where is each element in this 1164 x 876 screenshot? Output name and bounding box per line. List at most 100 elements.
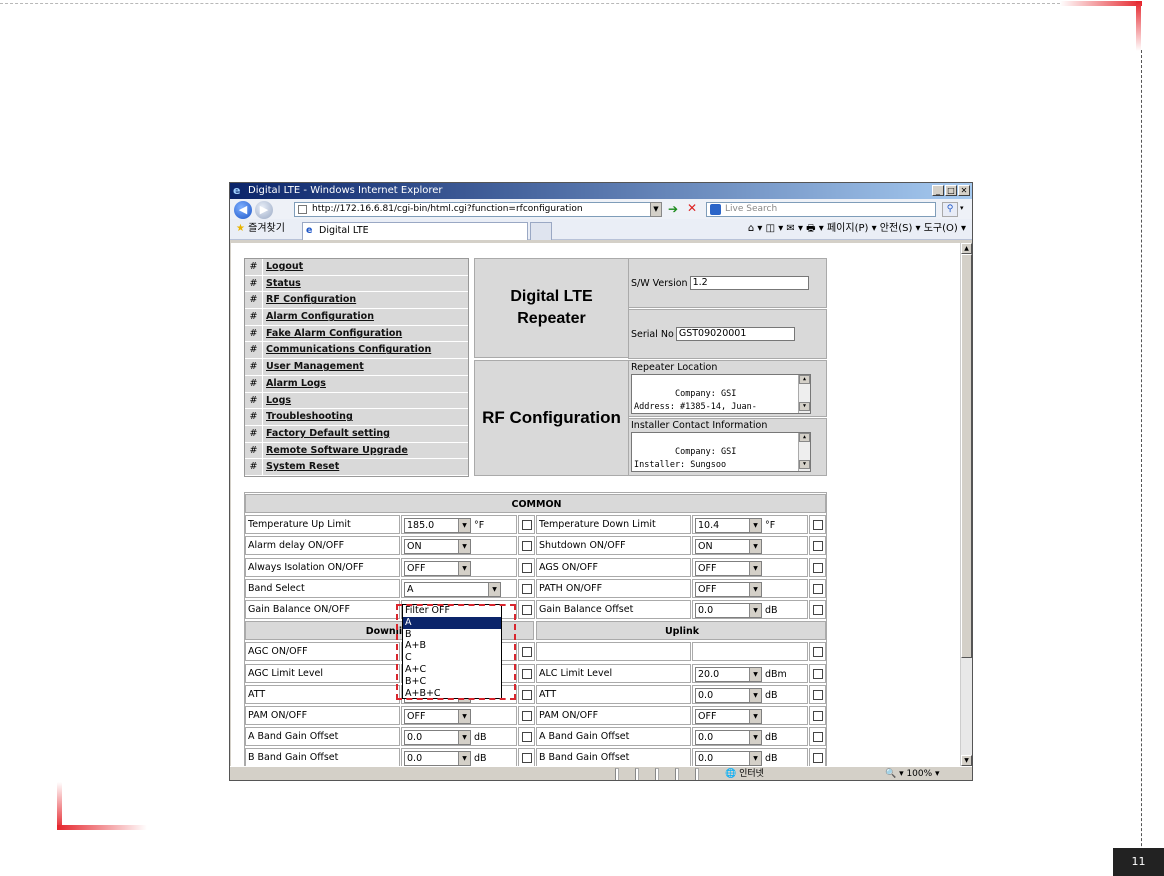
menu-item[interactable]: # User Management — [245, 359, 468, 376]
menu-link[interactable]: System Reset — [263, 459, 339, 475]
chevron-down-icon[interactable]: ▼ — [488, 582, 500, 596]
chevron-down-icon[interactable]: ▼ — [458, 540, 470, 554]
config-select[interactable]: 0.0 ▼ — [695, 751, 762, 766]
band-select-dropdown-list[interactable]: Filter OFF A B A+B C A+C B+C A+B+C — [402, 604, 502, 699]
menu-item[interactable]: # Troubleshooting — [245, 409, 468, 426]
scroll-down-button[interactable]: ▼ — [961, 755, 972, 766]
config-select[interactable]: OFF ▼ — [695, 581, 762, 597]
config-select[interactable]: ON ▼ — [404, 539, 471, 555]
apply-checkbox[interactable] — [522, 604, 532, 615]
back-button[interactable]: ◀ — [234, 201, 252, 219]
new-tab-button[interactable] — [530, 222, 552, 240]
location-textarea[interactable]: Company: GSI Address: #1385-14, Juan- do… — [631, 374, 811, 414]
chevron-down-icon[interactable]: ▼ — [749, 709, 761, 723]
menu-item[interactable]: # Status — [245, 275, 468, 293]
apply-checkbox[interactable] — [522, 753, 532, 764]
apply-checkbox[interactable] — [522, 583, 532, 594]
dropdown-option[interactable]: Filter OFF — [403, 605, 501, 617]
config-select[interactable]: 185.0 ▼ — [404, 518, 471, 534]
config-select[interactable]: 0.0 ▼ — [695, 687, 762, 703]
stop-icon[interactable]: ✕ — [687, 202, 697, 215]
tab-digital-lte[interactable]: e Digital LTE — [302, 222, 528, 240]
chevron-down-icon[interactable]: ▼ — [458, 709, 470, 723]
installer-scrollbar[interactable]: ▲ ▼ — [798, 433, 810, 471]
search-input[interactable]: Live Search — [706, 202, 936, 217]
url-input[interactable]: http://172.16.6.81/cgi-bin/html.cgi?func… — [294, 202, 662, 217]
menu-link[interactable]: Troubleshooting — [263, 409, 353, 425]
chevron-down-icon[interactable]: ▼ — [458, 752, 470, 766]
chevron-down-icon[interactable]: ▼ — [749, 752, 761, 766]
menu-item[interactable]: # Logout — [245, 259, 468, 276]
menu-item[interactable]: # RF Configuration — [245, 292, 468, 310]
search-options-button[interactable]: ▾ — [960, 202, 970, 217]
menu-link[interactable]: Logout — [263, 259, 303, 275]
config-select[interactable]: ON ▼ — [695, 539, 762, 555]
dropdown-option[interactable]: B — [403, 629, 501, 641]
dropdown-option[interactable]: A+C — [403, 664, 501, 676]
chevron-down-icon[interactable]: ▼ — [749, 561, 761, 575]
zoom-control[interactable]: 🔍 ▾ 100% ▾ — [885, 767, 940, 780]
menu-link[interactable]: Factory Default setting — [263, 426, 390, 442]
menu-link[interactable]: Status — [263, 276, 301, 292]
chevron-down-icon[interactable]: ▼ — [458, 731, 470, 745]
menu-item[interactable]: # Remote Software Upgrade — [245, 442, 468, 460]
menu-item[interactable]: # System Reset — [245, 459, 468, 476]
minimize-button[interactable]: _ — [932, 185, 944, 196]
apply-checkbox[interactable] — [813, 668, 823, 679]
apply-checkbox[interactable] — [522, 541, 532, 552]
menu-item[interactable]: # Alarm Configuration — [245, 309, 468, 326]
apply-checkbox[interactable] — [522, 520, 532, 531]
apply-checkbox[interactable] — [813, 753, 823, 764]
serial-field[interactable]: GST09020001 — [675, 327, 795, 341]
maximize-button[interactable]: □ — [945, 185, 957, 196]
apply-checkbox[interactable] — [813, 689, 823, 700]
apply-checkbox[interactable] — [522, 689, 532, 700]
apply-checkbox[interactable] — [813, 562, 823, 573]
command-bar[interactable]: ⌂ ▾ ◫ ▾ ✉ ▾ 🖶 ▾ 페이지(P) ▾ 안전(S) ▾ 도구(O) ▾ — [748, 223, 966, 235]
chevron-down-icon[interactable]: ▼ — [749, 519, 761, 533]
menu-link[interactable]: Logs — [263, 393, 291, 409]
menu-link[interactable]: RF Configuration — [263, 292, 356, 308]
apply-checkbox[interactable] — [522, 732, 532, 743]
dropdown-option[interactable]: B+C — [403, 676, 501, 688]
menu-link[interactable]: Alarm Configuration — [263, 309, 374, 325]
chevron-down-icon[interactable]: ▼ — [749, 688, 761, 702]
scroll-up-button[interactable]: ▲ — [961, 243, 972, 254]
apply-checkbox[interactable] — [813, 710, 823, 721]
chevron-down-icon[interactable]: ▼ — [749, 603, 761, 617]
dropdown-option[interactable]: C — [403, 652, 501, 664]
config-select[interactable]: 0.0 ▼ — [404, 751, 471, 766]
menu-link[interactable]: Fake Alarm Configuration — [263, 326, 402, 342]
menu-item[interactable]: # Fake Alarm Configuration — [245, 325, 468, 343]
config-select[interactable]: OFF ▼ — [695, 560, 762, 576]
apply-checkbox[interactable] — [813, 604, 823, 615]
dropdown-option[interactable]: A — [403, 616, 501, 629]
close-button[interactable]: ✕ — [958, 185, 970, 196]
search-button[interactable]: ⚲ — [942, 202, 958, 217]
apply-checkbox[interactable] — [522, 710, 532, 721]
apply-checkbox[interactable] — [813, 520, 823, 531]
menu-item[interactable]: # Logs — [245, 392, 468, 410]
installer-textarea[interactable]: Company: GSI Installer: Sungsoo Phone: +… — [631, 432, 811, 472]
page-scrollbar[interactable]: ▲ ▼ — [960, 243, 972, 766]
chevron-down-icon[interactable]: ▼ — [749, 667, 761, 681]
chevron-down-icon[interactable]: ▼ — [458, 519, 470, 533]
config-select[interactable]: 10.4 ▼ — [695, 518, 762, 534]
apply-checkbox[interactable] — [522, 647, 532, 658]
menu-link[interactable]: Alarm Logs — [263, 376, 326, 392]
location-scrollbar[interactable]: ▲ ▼ — [798, 375, 810, 413]
chevron-down-icon[interactable]: ▼ — [749, 582, 761, 596]
favorites-button[interactable]: ★ 즐겨찾기 — [236, 223, 285, 235]
chevron-down-icon[interactable]: ▼ — [458, 561, 470, 575]
menu-link[interactable]: Remote Software Upgrade — [263, 443, 408, 459]
apply-checkbox[interactable] — [813, 647, 823, 658]
dropdown-option[interactable]: A+B — [403, 640, 501, 652]
apply-checkbox[interactable] — [813, 541, 823, 552]
chevron-down-icon[interactable]: ▼ — [749, 540, 761, 554]
config-select[interactable]: OFF ▼ — [404, 708, 471, 724]
go-arrow-icon[interactable]: ➔ — [668, 203, 678, 215]
dropdown-option[interactable]: A+B+C — [403, 688, 501, 700]
url-dropdown-button[interactable]: ▼ — [650, 202, 662, 217]
chevron-down-icon[interactable]: ▼ — [749, 731, 761, 745]
config-select[interactable]: 0.0 ▼ — [404, 730, 471, 746]
